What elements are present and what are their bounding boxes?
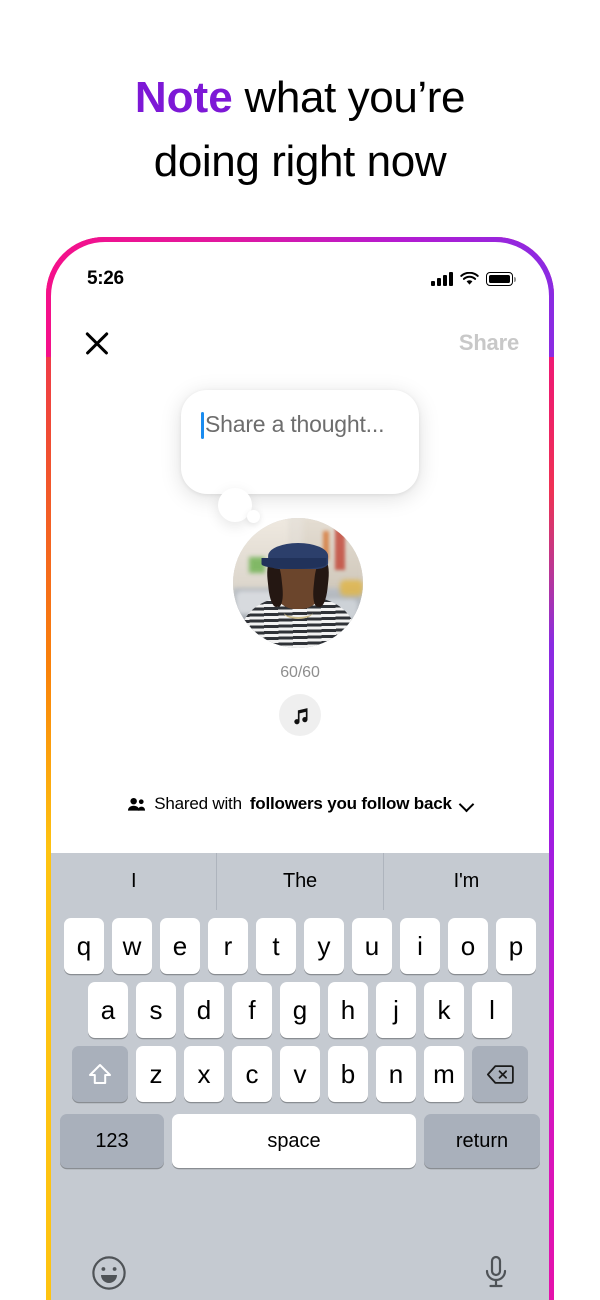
headline-line-1: Note what you’re (0, 66, 600, 130)
phone-screen: 5:26 Share Share a thought... 60/60 Shar… (51, 242, 549, 1300)
key-w[interactable]: w (112, 918, 152, 974)
backspace-glyph (486, 1064, 514, 1084)
cellular-signal-icon (431, 272, 453, 286)
key-return[interactable]: return (424, 1114, 540, 1168)
key-x[interactable]: x (184, 1046, 224, 1102)
close-x-icon[interactable] (81, 327, 113, 359)
key-space[interactable]: space (172, 1114, 416, 1168)
headline-accent-word: Note (134, 73, 233, 122)
key-v[interactable]: v (280, 1046, 320, 1102)
page-title: Note what you’re doing right now (0, 66, 600, 194)
music-note-glyph (293, 707, 307, 724)
key-p[interactable]: p (496, 918, 536, 974)
on-screen-keyboard: I The I'm q w e r t y u i o p a s d f g … (51, 853, 549, 1300)
key-e[interactable]: e (160, 918, 200, 974)
keyboard-bottom-bar (51, 1239, 549, 1300)
note-text-input[interactable]: Share a thought... (181, 390, 419, 494)
key-h[interactable]: h (328, 982, 368, 1038)
keyboard-row-2: a s d f g h j k l (51, 982, 549, 1038)
predictive-text-bar: I The I'm (51, 853, 549, 910)
character-counter: 60/60 (280, 664, 320, 681)
key-n[interactable]: n (376, 1046, 416, 1102)
key-r[interactable]: r (208, 918, 248, 974)
people-icon (128, 797, 146, 811)
headline-line-2: doing right now (153, 136, 447, 186)
battery-full-icon (486, 272, 516, 286)
shift-glyph (89, 1063, 111, 1084)
key-z[interactable]: z (136, 1046, 176, 1102)
prediction-2[interactable]: I'm (384, 853, 549, 910)
key-a[interactable]: a (88, 982, 128, 1038)
shift-arrow-icon[interactable] (72, 1046, 128, 1102)
key-y[interactable]: y (304, 918, 344, 974)
thought-bubble-wrap: Share a thought... (51, 372, 549, 523)
prediction-1[interactable]: The (217, 853, 384, 910)
headline-line-1-rest: what you’re (232, 73, 466, 122)
status-time: 5:26 (87, 268, 124, 289)
wifi-icon (460, 272, 479, 285)
audience-prefix: Shared with (154, 794, 242, 813)
backspace-icon[interactable] (472, 1046, 528, 1102)
note-placeholder: Share a thought... (205, 411, 385, 437)
profile-avatar[interactable] (233, 518, 363, 648)
key-q[interactable]: q (64, 918, 104, 974)
key-m[interactable]: m (424, 1046, 464, 1102)
key-i[interactable]: i (400, 918, 440, 974)
keyboard-row-4: 123 space return (51, 1114, 549, 1168)
key-b[interactable]: b (328, 1046, 368, 1102)
key-t[interactable]: t (256, 918, 296, 974)
navigation-bar: Share (51, 314, 549, 372)
page-root: Note what you’re doing right now 5:26 Sh… (0, 0, 600, 1300)
key-g[interactable]: g (280, 982, 320, 1038)
key-l[interactable]: l (472, 982, 512, 1038)
key-j[interactable]: j (376, 982, 416, 1038)
status-bar: 5:26 (51, 264, 549, 294)
key-numbers[interactable]: 123 (60, 1114, 164, 1168)
key-k[interactable]: k (424, 982, 464, 1038)
audience-value: followers you follow back (249, 794, 452, 813)
note-composer: Share a thought... 60/60 (51, 372, 549, 736)
phone-mockup: 5:26 Share Share a thought... 60/60 Shar… (46, 237, 554, 1300)
music-note-icon[interactable] (279, 694, 321, 736)
keyboard-row-1: q w e r t y u i o p (51, 918, 549, 974)
key-f[interactable]: f (232, 982, 272, 1038)
audience-selector[interactable]: Shared with followers you follow back (51, 794, 549, 814)
key-u[interactable]: u (352, 918, 392, 974)
keyboard-row-3: z x c v b n m (51, 1046, 549, 1102)
key-c[interactable]: c (232, 1046, 272, 1102)
microphone-icon[interactable] (483, 1255, 509, 1291)
prediction-0[interactable]: I (51, 853, 218, 910)
emoji-smiley-icon[interactable] (91, 1255, 127, 1291)
key-s[interactable]: s (136, 982, 176, 1038)
share-button[interactable]: Share (459, 330, 519, 356)
text-caret (201, 412, 204, 439)
chevron-down-icon[interactable] (460, 798, 473, 811)
key-d[interactable]: d (184, 982, 224, 1038)
key-o[interactable]: o (448, 918, 488, 974)
status-indicators (431, 272, 516, 286)
